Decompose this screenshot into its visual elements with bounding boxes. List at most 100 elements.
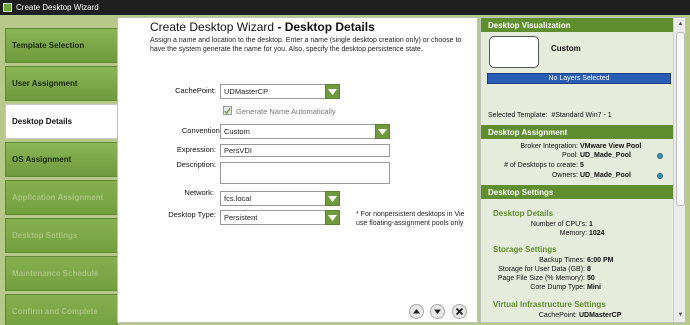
desktop-assignment-header: Desktop Assignment	[481, 125, 673, 139]
page-title-suffix: - Desktop Details	[274, 20, 375, 34]
settings-value: Mini	[587, 284, 601, 291]
app-icon	[3, 3, 12, 12]
scroll-down-icon[interactable]: ▼	[676, 311, 685, 320]
chevron-down-icon[interactable]	[375, 124, 390, 139]
close-button[interactable]	[452, 304, 467, 319]
settings-row: Page File Size (% Memory): 50	[481, 275, 595, 282]
persistence-note: * For nonpersistent desktops in Vie use …	[356, 210, 478, 228]
assignment-row: Broker Integration: VMware View Pool	[481, 143, 641, 150]
nav-step-maintenance-schedule: Maintenance Schedule	[5, 256, 118, 291]
expression-label: Expression:	[176, 145, 216, 154]
description-textarea[interactable]	[220, 162, 390, 184]
persistence-note-line: use floating-assignment pools only	[356, 220, 464, 227]
page-description: Assign a name and location to the deskto…	[150, 37, 462, 53]
nav-step-desktop-details[interactable]: Desktop Details	[5, 104, 121, 139]
settings-row: Storage for User Data (GB): 8	[481, 266, 591, 273]
nav-step-label: Desktop Settings	[12, 231, 78, 240]
settings-key: CachePoint:	[538, 312, 577, 319]
assignment-key: Broker Integration:	[520, 143, 578, 150]
arrow-up-icon	[413, 309, 420, 314]
desktop-visualization-box	[489, 36, 539, 68]
chevron-down-icon[interactable]	[325, 84, 340, 99]
desktop-details-subhead: Desktop Details	[493, 209, 554, 218]
info-icon[interactable]	[657, 153, 663, 159]
move-up-button[interactable]	[409, 304, 424, 319]
cachepoint-select[interactable]: UDMasterCP	[220, 84, 340, 99]
nav-step-confirm-and-complete: Confirm and Complete	[5, 294, 118, 325]
chevron-down-icon[interactable]	[325, 191, 340, 206]
storage-settings-subhead: Storage Settings	[493, 245, 557, 254]
assignment-row: Owners: UD_Made_Pool	[481, 172, 631, 179]
cachepoint-label: CachePoint:	[175, 86, 216, 95]
nav-step-label: Desktop Details	[12, 117, 73, 126]
assignment-value: VMware View Pool	[580, 143, 642, 150]
checkmark-icon	[224, 107, 231, 114]
assignment-value: UD_Made_Pool	[580, 152, 631, 159]
settings-key: Memory:	[559, 230, 587, 237]
scroll-up-icon[interactable]: ▲	[676, 20, 685, 29]
generate-name-checkbox[interactable]	[223, 106, 232, 115]
persistence-note-line: * For nonpersistent desktops in Vie	[356, 211, 465, 218]
settings-key: Backup Times:	[539, 257, 585, 264]
expression-input[interactable]: PersVDI	[220, 144, 390, 157]
page-title-prefix: Create Desktop Wizard	[150, 20, 275, 34]
nav-step-label: Maintenance Schedule	[12, 269, 99, 278]
nav-step-label: Application Assignment	[12, 193, 104, 202]
title-bar: Create Desktop Wizard	[0, 0, 690, 15]
convention-name-value: Custom	[224, 127, 250, 136]
nav-step-user-assignment[interactable]: User Assignment	[5, 66, 118, 101]
page-title: Create Desktop Wizard - Desktop Details	[150, 20, 375, 34]
nav-step-label: Confirm and Complete	[12, 307, 98, 316]
selected-template-value: #Standard Win7 - 1	[551, 112, 612, 119]
settings-value: 1024	[589, 230, 605, 237]
selected-template: Selected Template: #Standard Win7 - 1	[488, 112, 612, 119]
description-label: Description:	[176, 160, 216, 169]
nav-step-label: Template Selection	[12, 41, 85, 50]
nav-step-application-assignment: Application Assignment	[5, 180, 118, 215]
network-select[interactable]: fcs.local	[220, 191, 340, 206]
layers-status-bar: No Layers Selected	[487, 73, 671, 84]
desktop-type-label: Desktop Type:	[168, 210, 216, 219]
visualization-name: Custom	[551, 44, 581, 53]
virtual-infrastructure-subhead: Virtual Infrastructure Settings	[493, 300, 606, 309]
info-icon[interactable]	[657, 173, 663, 179]
settings-value: 50	[587, 275, 595, 282]
sidebar-scrollbar[interactable]: ▲ ▼	[673, 18, 685, 322]
assignment-key: # of Desktops to create:	[504, 162, 578, 169]
chevron-down-icon[interactable]	[325, 210, 340, 225]
move-down-button[interactable]	[430, 304, 445, 319]
wizard-frame: Template Selection User Assignment Deskt…	[0, 15, 690, 325]
settings-value: 1	[589, 221, 593, 228]
nav-step-template-selection[interactable]: Template Selection	[5, 28, 118, 63]
desktop-settings-header: Desktop Settings	[481, 185, 673, 199]
window-title: Create Desktop Wizard	[16, 3, 99, 12]
assignment-value: 5	[580, 162, 584, 169]
settings-key: Storage for User Data (GB):	[498, 266, 585, 273]
desktop-type-value: Persistent	[224, 213, 258, 222]
assignment-key: Owners:	[551, 172, 578, 179]
settings-key: Core Dump Type:	[530, 284, 585, 291]
wizard-step-nav: Template Selection User Assignment Deskt…	[2, 18, 121, 325]
assignment-value: UD_Made_Pool	[580, 172, 631, 179]
desktop-type-select[interactable]: Persistent	[220, 210, 340, 225]
assignment-row: Pool: UD_Made_Pool	[481, 152, 631, 159]
desktop-visualization-header: Desktop Visualization	[481, 18, 673, 32]
selected-template-label: Selected Template:	[488, 112, 548, 119]
network-label: Network:	[184, 188, 214, 197]
network-value: fcs.local	[224, 194, 252, 203]
nav-step-os-assignment[interactable]: OS Assignment	[5, 142, 118, 177]
generate-name-label: Generate Name Automatically	[236, 107, 336, 116]
settings-row: Backup Times: 6:00 PM	[481, 257, 613, 264]
scrollbar-thumb[interactable]	[676, 32, 685, 206]
settings-row: Core Dump Type: Mini	[481, 284, 601, 291]
assignment-key: Pool:	[562, 152, 578, 159]
settings-row: Number of CPU's: 1	[481, 221, 593, 228]
nav-step-desktop-settings: Desktop Settings	[5, 218, 118, 253]
convention-name-select[interactable]: Custom	[220, 124, 390, 139]
nav-step-label: OS Assignment	[12, 155, 72, 164]
cachepoint-value: UDMasterCP	[224, 87, 269, 96]
settings-value: 6:00 PM	[587, 257, 614, 264]
nav-step-label: User Assignment	[12, 79, 78, 88]
summary-sidebar: Desktop Visualization Custom No Layers S…	[480, 17, 686, 323]
arrow-down-icon	[434, 309, 441, 314]
